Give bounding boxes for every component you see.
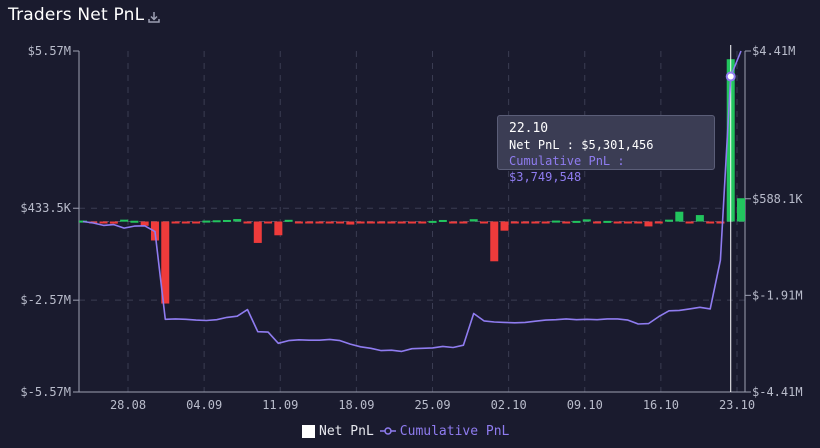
net-pnl-bar [212, 220, 221, 223]
net-pnl-bar [531, 221, 540, 224]
net-pnl-bar [654, 221, 663, 224]
legend-item-net-pnl[interactable]: Net PnL [302, 424, 374, 439]
net-pnl-bar [438, 219, 447, 222]
legend-swatch-net-pnl [302, 424, 315, 438]
tooltip-net-pnl: Net PnL : $5,301,456 [509, 138, 654, 152]
net-pnl-bar [695, 215, 704, 222]
net-pnl-bar [356, 221, 365, 224]
net-pnl-bar [377, 221, 386, 224]
legend-label-cumulative-pnl: Cumulative PnL [399, 423, 510, 439]
net-pnl-bar [675, 211, 684, 222]
cumulative-pnl-line [82, 50, 742, 353]
net-pnl-bar [593, 221, 602, 224]
y-tick-label-right: $-4.41M [752, 385, 803, 399]
net-pnl-bar [572, 220, 581, 223]
y-tick-label-left: $-2.57M [20, 293, 71, 307]
net-pnl-bar [706, 221, 715, 224]
x-tick-label: 16.10 [643, 398, 679, 412]
x-tick-label: 28.08 [110, 398, 146, 412]
net-pnl-bar [459, 221, 468, 224]
chart-legend: Net PnL Cumulative PnL [302, 423, 509, 439]
legend-item-cumulative-pnl[interactable]: Cumulative PnL [379, 423, 510, 439]
y-tick-label-left: $433.5K [20, 201, 71, 215]
net-pnl-bar [685, 221, 694, 224]
net-pnl-bar [222, 219, 231, 222]
net-pnl-bar [634, 221, 643, 224]
net-pnl-bar [274, 221, 283, 236]
y-tick-label-right: $4.41M [752, 44, 795, 58]
cumulative-point-marker [725, 71, 736, 82]
pnl-chart[interactable]: 28.08 04.09 11.09 18.09 25.09 02.10 09.10 16.10… [0, 0, 820, 448]
x-tick-label: 09.10 [567, 398, 603, 412]
net-pnl-bar [521, 221, 530, 224]
net-pnl-bar [418, 221, 427, 224]
net-pnl-bar [562, 221, 571, 224]
net-pnl-bar [346, 221, 355, 225]
net-pnl-bar [490, 221, 499, 262]
net-pnl-bar [202, 220, 211, 223]
net-pnl-bar [366, 221, 375, 224]
net-pnl-bar [644, 221, 653, 227]
net-pnl-bar [284, 219, 293, 222]
net-pnl-bar [233, 219, 242, 222]
net-pnl-bar [479, 221, 488, 224]
x-tick-label: 11.09 [262, 398, 298, 412]
y-tick-label-right: $588.1K [752, 192, 803, 206]
net-pnl-bar [737, 198, 745, 222]
net-pnl-bar [325, 221, 334, 224]
net-pnl-bar [428, 220, 437, 223]
tooltip-cumulative-pnl: Cumulative PnL : $3,749,548 [509, 154, 625, 184]
legend-swatch-cumulative-pnl [379, 427, 396, 435]
x-tick-label: 02.10 [491, 398, 527, 412]
net-pnl-bar [181, 221, 190, 224]
net-pnl-bar [264, 221, 273, 224]
x-tick-label: 18.09 [338, 398, 374, 412]
net-pnl-bar [582, 219, 591, 222]
net-pnl-bar [171, 221, 180, 224]
chart-tooltip: 22.10 Net PnL : $5,301,456 Cumulative Pn… [497, 115, 715, 184]
net-pnl-bar [315, 221, 324, 224]
net-pnl-bar [305, 221, 314, 224]
x-tick-label: 04.09 [186, 398, 222, 412]
net-pnl-bar [449, 221, 458, 224]
net-pnl-bar [510, 221, 519, 224]
net-pnl-bar [253, 221, 262, 243]
net-pnl-bar [500, 221, 509, 231]
net-pnl-bar [397, 221, 406, 224]
net-pnl-bar [192, 221, 201, 224]
net-pnl-bar [613, 221, 622, 224]
net-pnl-bar [469, 219, 478, 222]
net-pnl-bar [120, 219, 129, 222]
legend-label-net-pnl: Net PnL [319, 423, 374, 439]
x-tick-label: 25.09 [414, 398, 450, 412]
y-tick-label-left: $-5.57M [20, 385, 71, 399]
net-pnl-bar [603, 220, 612, 223]
tooltip-date: 22.10 [509, 121, 549, 136]
net-pnl-bar [336, 221, 345, 224]
net-pnl-bar [130, 220, 139, 223]
y-tick-label-left: $5.57M [28, 44, 71, 58]
net-pnl-bar [541, 221, 550, 224]
net-pnl-bar [623, 221, 632, 224]
y-tick-label-right: $-1.91M [752, 288, 803, 302]
net-pnl-bar [551, 220, 560, 223]
net-pnl-bar [109, 221, 118, 224]
net-pnl-bar [387, 221, 396, 224]
net-pnl-bar [243, 221, 252, 224]
net-pnl-bar [294, 221, 303, 224]
net-pnl-bar [408, 221, 416, 224]
net-pnl-bar [99, 221, 108, 224]
net-pnl-bar [665, 219, 674, 222]
x-tick-label: 23.10 [719, 398, 755, 412]
